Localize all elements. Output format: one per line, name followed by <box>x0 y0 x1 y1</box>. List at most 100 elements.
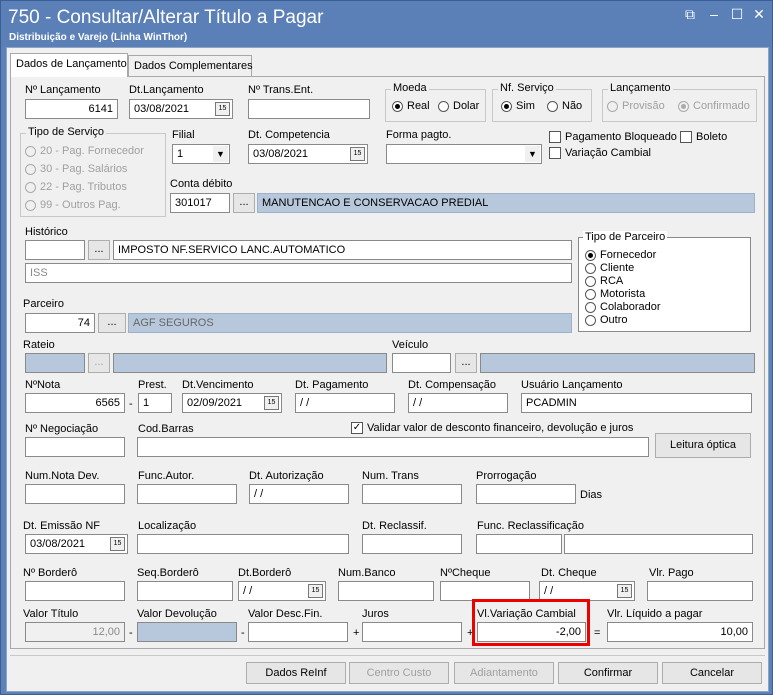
rateio-lookup-button[interactable]: ... <box>88 353 110 373</box>
funcreclass-name[interactable] <box>564 534 753 554</box>
chevron-down-icon[interactable]: ▼ <box>525 146 540 162</box>
radio-colaborador[interactable]: Colaborador <box>585 301 661 313</box>
radio-tiposerv-22[interactable]: 22 - Pag. Tributos <box>25 181 127 193</box>
parceiro-lookup-button[interactable]: ... <box>98 313 126 333</box>
usuario-field[interactable]: PCADMIN <box>521 393 752 413</box>
funcreclass-label: Func. Reclassificação <box>477 520 584 532</box>
dtcompens-field[interactable]: / / <box>408 393 508 413</box>
numtrans-field[interactable] <box>362 484 462 504</box>
radio-tiposerv-30[interactable]: 30 - Pag. Salários <box>25 163 127 175</box>
contadeb-lookup-button[interactable]: ... <box>233 193 255 213</box>
veiculo-lookup-button[interactable]: ... <box>455 353 477 373</box>
radio-real[interactable]: Real <box>392 100 430 112</box>
parceiro-code[interactable]: 74 <box>25 313 95 333</box>
varcamb-checkbox[interactable]: Variação Cambial <box>549 147 651 159</box>
moeda-group: Moeda Real Dolar <box>385 82 486 122</box>
boleto-checkbox[interactable]: Boleto <box>680 131 727 143</box>
prest-field[interactable]: 1 <box>138 393 172 413</box>
radio-cliente[interactable]: Cliente <box>585 262 634 274</box>
radio-fornecedor[interactable]: Fornecedor <box>585 249 656 261</box>
seqbordero-label: Seq.Borderô <box>137 567 199 579</box>
centro-custo-button[interactable]: Centro Custo <box>349 662 449 684</box>
historico-text[interactable]: IMPOSTO NF.SERVICO LANC.AUTOMATICO <box>113 240 572 260</box>
calendar-icon[interactable]: 15 <box>617 584 632 598</box>
historico-text2[interactable]: ISS <box>25 263 572 283</box>
contadeb-code[interactable]: 301017 <box>170 193 230 213</box>
nlanc-field[interactable]: 6141 <box>25 99 118 119</box>
dtpag-field[interactable]: / / <box>295 393 395 413</box>
localizacao-field[interactable] <box>137 534 349 554</box>
usuario-label: Usuário Lançamento <box>521 379 623 391</box>
numnotadev-field[interactable] <box>25 484 125 504</box>
pagbloq-checkbox[interactable]: Pagamento Bloqueado <box>549 131 677 143</box>
ntrans-field[interactable] <box>248 99 370 119</box>
dtreclass-field[interactable] <box>362 534 462 554</box>
tiposerv-label: Tipo de Serviço <box>26 126 107 138</box>
restore-icon[interactable]: ⧉ <box>682 6 698 22</box>
bordero-label: Nº Borderô <box>23 567 78 579</box>
leitura-optica-button[interactable]: Leitura óptica <box>655 433 751 458</box>
formapg-select[interactable]: ▼ <box>386 144 542 164</box>
cancelar-button[interactable]: Cancelar <box>662 662 762 684</box>
lancamento-group: Lançamento Provisão Confirmado <box>602 82 757 122</box>
valordesc-field[interactable] <box>248 622 348 642</box>
radio-confirmado[interactable]: Confirmado <box>678 100 750 112</box>
calendar-icon[interactable]: 15 <box>215 102 230 116</box>
dtemissao-field[interactable]: 03/08/2021 15 <box>25 534 128 554</box>
chevron-down-icon[interactable]: ▼ <box>213 146 228 162</box>
calendar-icon[interactable]: 15 <box>308 584 323 598</box>
radio-provisao[interactable]: Provisão <box>607 100 665 112</box>
historico-code[interactable] <box>25 240 85 260</box>
minimize-icon[interactable]: – <box>706 6 722 22</box>
validar-checkbox[interactable]: ✓ Validar valor de desconto financeiro, d… <box>351 422 633 434</box>
tipoparc-label: Tipo de Parceiro <box>583 231 668 243</box>
historico-lookup-button[interactable]: ... <box>88 240 110 260</box>
ncheque-field[interactable] <box>440 581 530 601</box>
radio-sim[interactable]: Sim <box>501 100 535 112</box>
dtautor-field[interactable]: / / <box>249 484 349 504</box>
bordero-field[interactable] <box>25 581 125 601</box>
adiantamento-button[interactable]: Adiantamento <box>454 662 554 684</box>
app-window: 750 - Consultar/Alterar Título a Pagar D… <box>0 0 773 695</box>
filial-label: Filial <box>172 129 195 141</box>
radio-tiposerv-99[interactable]: 99 - Outros Pag. <box>25 199 121 211</box>
tab-dados-lancamento[interactable]: Dados de Lançamento <box>10 53 128 77</box>
juros-field[interactable] <box>362 622 462 642</box>
dtcheque-field[interactable]: / /15 <box>539 581 635 601</box>
calendar-icon[interactable]: 15 <box>350 147 365 161</box>
localizacao-label: Localização <box>138 520 197 532</box>
radio-motorista[interactable]: Motorista <box>585 288 645 300</box>
dtbordero-field[interactable]: / /15 <box>238 581 326 601</box>
nota-field[interactable]: 6565 <box>25 393 125 413</box>
vlvar-field[interactable]: -2,00 <box>477 622 586 642</box>
confirmar-button[interactable]: Confirmar <box>558 662 658 684</box>
seqbordero-field[interactable] <box>137 581 233 601</box>
vlrpago-field[interactable] <box>647 581 753 601</box>
filial-select[interactable]: 1 ▼ <box>172 144 230 164</box>
prorrog-field[interactable] <box>476 484 576 504</box>
maximize-icon[interactable]: ☐ <box>729 6 745 22</box>
dtcomp-field[interactable]: 03/08/2021 15 <box>248 144 368 164</box>
dtlanc-field[interactable]: 03/08/2021 15 <box>129 99 233 119</box>
radio-outro[interactable]: Outro <box>585 314 628 326</box>
funcreclass-code[interactable] <box>476 534 562 554</box>
tab-dados-complementares[interactable]: Dados Complementares <box>128 55 253 77</box>
calendar-icon[interactable]: 15 <box>110 537 125 551</box>
radio-dolar[interactable]: Dolar <box>438 100 479 112</box>
calendar-icon[interactable]: 15 <box>264 396 279 410</box>
vlliq-field[interactable]: 10,00 <box>607 622 753 642</box>
nlanc-label: Nº Lançamento <box>25 84 101 96</box>
radio-rca[interactable]: RCA <box>585 275 623 287</box>
codbarras-field[interactable] <box>137 437 649 457</box>
dados-reinf-button[interactable]: Dados ReInf <box>246 662 346 684</box>
funcautor-field[interactable] <box>137 484 237 504</box>
ntrans-label: Nº Trans.Ent. <box>248 84 314 96</box>
radio-nao[interactable]: Não <box>547 100 582 112</box>
negoc-field[interactable] <box>25 437 125 457</box>
close-icon[interactable]: ✕ <box>751 6 767 22</box>
numbanco-field[interactable] <box>338 581 434 601</box>
dtvenc-field[interactable]: 02/09/2021 15 <box>182 393 282 413</box>
veiculo-code[interactable] <box>392 353 451 373</box>
dtemissao-label: Dt. Emissão NF <box>23 520 101 532</box>
radio-tiposerv-20[interactable]: 20 - Pag. Fornecedor <box>25 145 144 157</box>
